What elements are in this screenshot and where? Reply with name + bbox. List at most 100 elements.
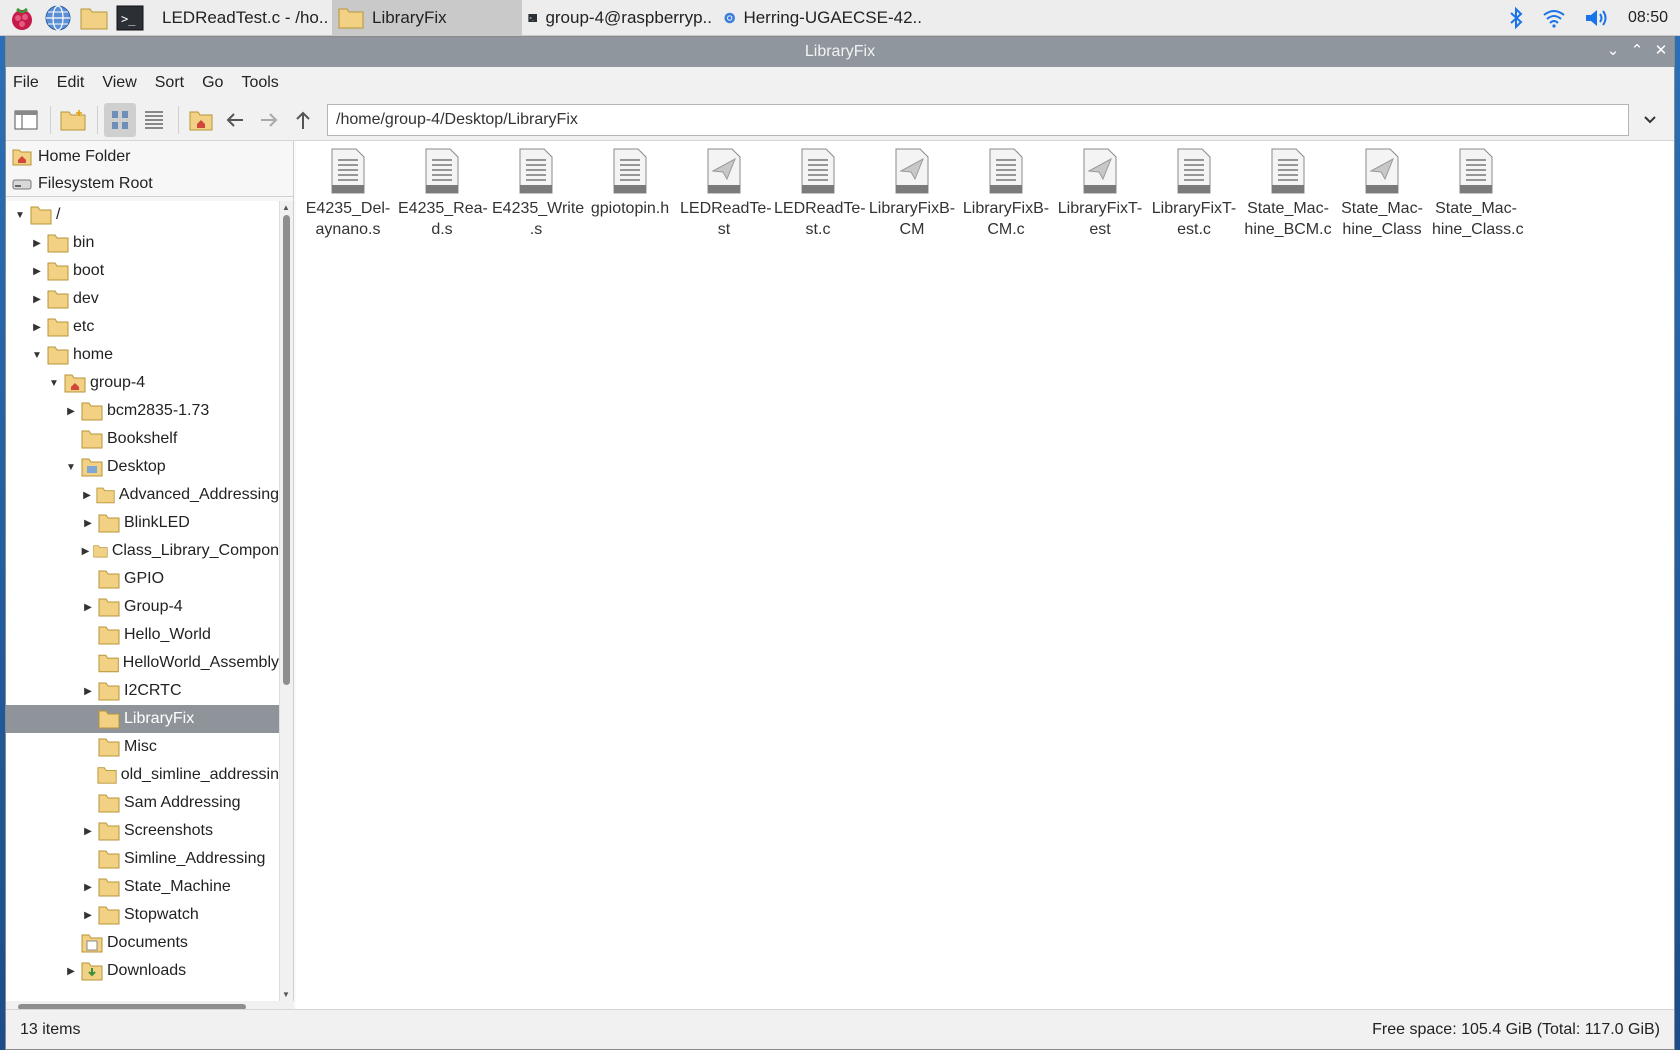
new-tab-button[interactable] (57, 103, 89, 137)
expand-arrow-icon[interactable]: ▶ (80, 817, 96, 845)
tree-item[interactable]: GPIO (6, 565, 279, 593)
collapse-arrow-icon[interactable]: ▼ (46, 369, 62, 397)
terminal-icon[interactable]: >_ (112, 0, 148, 36)
tree-item[interactable]: HelloWorld_Assembly (6, 649, 279, 677)
expand-arrow-icon[interactable]: ▶ (29, 285, 45, 313)
file-item[interactable]: LEDReadTe-st (680, 147, 772, 240)
tree-item[interactable]: old_simline_addressin (6, 761, 279, 789)
home-folder-icon (12, 149, 32, 165)
place-filesystem-root[interactable]: Filesystem Root (6, 170, 293, 197)
expand-arrow-icon[interactable]: ▶ (29, 229, 45, 257)
up-button[interactable] (287, 103, 319, 137)
maximize-icon[interactable]: ⌃ (1630, 41, 1644, 59)
menu-go[interactable]: Go (202, 74, 223, 92)
tree-item[interactable]: ▼ / (6, 201, 279, 229)
menu-file[interactable]: File (13, 74, 39, 92)
icon-view-button[interactable] (104, 102, 136, 137)
tree-item[interactable]: ▶ State_Machine (6, 873, 279, 901)
file-item[interactable]: E4235_Del-aynano.s (304, 147, 392, 240)
expand-arrow-icon[interactable]: ▶ (63, 957, 79, 985)
expand-arrow-icon[interactable]: ▶ (29, 257, 45, 285)
scroll-up-icon[interactable]: ▲ (282, 203, 290, 212)
collapse-arrow-icon[interactable]: ▼ (29, 341, 45, 369)
menu-view[interactable]: View (102, 74, 136, 92)
expand-arrow-icon[interactable]: ▶ (63, 397, 79, 425)
home-button[interactable] (185, 103, 217, 137)
file-item[interactable]: gpiotopin.h (586, 147, 674, 219)
menu-edit[interactable]: Edit (57, 74, 85, 92)
window-titlebar[interactable]: LibraryFix ⌄ ⌃ ✕ (6, 37, 1674, 67)
new-window-button[interactable] (10, 103, 42, 137)
tree-item[interactable]: ▼ home (6, 341, 279, 369)
file-item[interactable]: State_Mac-hine_Class (1338, 147, 1426, 240)
tree-item[interactable]: ▶ boot (6, 257, 279, 285)
expand-arrow-icon[interactable]: ▶ (80, 677, 96, 705)
file-item[interactable]: LibraryFixB- CM (868, 147, 956, 240)
tree-item[interactable]: ▶ BlinkLED (6, 509, 279, 537)
tree-item[interactable]: LibraryFix (6, 705, 279, 733)
tree-item[interactable]: ▶ dev (6, 285, 279, 313)
menu-sort[interactable]: Sort (155, 74, 184, 92)
expand-arrow-icon[interactable]: ▶ (80, 481, 94, 509)
file-manager-icon[interactable] (76, 0, 112, 36)
scroll-down-icon[interactable]: ▼ (282, 990, 290, 999)
tree-item[interactable]: ▼ Desktop (6, 453, 279, 481)
tree-item[interactable]: ▶ Class_Library_Compon (6, 537, 279, 565)
collapse-arrow-icon[interactable]: ▼ (12, 201, 28, 229)
scrollbar-thumb[interactable] (283, 215, 290, 685)
tree-item[interactable]: Documents (6, 929, 279, 957)
file-item[interactable]: LibraryFixT-est.c (1150, 147, 1238, 240)
file-item[interactable]: E4235_Write .s (492, 147, 584, 240)
tree-item[interactable]: Bookshelf (6, 425, 279, 453)
raspberry-menu-icon[interactable] (4, 0, 40, 36)
list-view-button[interactable] (138, 103, 170, 137)
wifi-icon[interactable] (1542, 8, 1566, 28)
tree-item[interactable]: ▶ Stopwatch (6, 901, 279, 929)
expand-arrow-icon[interactable]: ▶ (80, 873, 96, 901)
file-item[interactable]: LEDReadTe-st.c (774, 147, 866, 240)
tree-item[interactable]: Sam Addressing (6, 789, 279, 817)
task-terminal[interactable]: >_ group-4@raspberryp.. (522, 0, 718, 36)
path-input[interactable]: /home/group-4/Desktop/LibraryFix (327, 103, 1629, 136)
menu-tools[interactable]: Tools (241, 74, 278, 92)
file-item[interactable]: E4235_Rea-d.s (398, 147, 488, 240)
forward-button[interactable] (253, 103, 285, 137)
path-history-dropdown[interactable] (1635, 104, 1665, 136)
minimize-icon[interactable]: ⌄ (1606, 41, 1620, 59)
tree-item[interactable]: ▶ Screenshots (6, 817, 279, 845)
file-item[interactable]: LibraryFixB- CM.c (962, 147, 1050, 240)
file-item[interactable]: LibraryFixT-est (1056, 147, 1144, 240)
tree-vertical-scrollbar[interactable]: ▲ ▼ (279, 201, 293, 1001)
tree-item[interactable]: ▶ bin (6, 229, 279, 257)
back-button[interactable] (219, 103, 251, 137)
clock[interactable]: 08:50 (1628, 9, 1668, 27)
expand-arrow-icon[interactable]: ▶ (29, 313, 45, 341)
file-name-line: LibraryFixT- (1057, 200, 1143, 217)
file-view[interactable]: E4235_Del-aynano.s E4235_Rea-d.s E4235_Wri… (296, 141, 1674, 1009)
tree-item[interactable]: ▶ Group-4 (6, 593, 279, 621)
expand-arrow-icon[interactable]: ▶ (80, 593, 96, 621)
expand-arrow-icon[interactable]: ▶ (80, 901, 96, 929)
tree-item[interactable]: ▶ Advanced_Addressing (6, 481, 279, 509)
bluetooth-icon[interactable] (1508, 6, 1524, 30)
tree-item[interactable]: Misc (6, 733, 279, 761)
tree-item[interactable]: Simline_Addressing (6, 845, 279, 873)
tree-item[interactable]: Hello_World (6, 621, 279, 649)
tree-item[interactable]: ▶ I2CRTC (6, 677, 279, 705)
file-item[interactable]: State_Mac-hine_Class.c (1432, 147, 1524, 240)
file-item[interactable]: State_Mac-hine_BCM.c (1244, 147, 1332, 240)
tree-item[interactable]: ▶ etc (6, 313, 279, 341)
expand-arrow-icon[interactable]: ▶ (80, 509, 96, 537)
task-ledreadtest[interactable]: LEDReadTest.c - /ho.. (148, 0, 332, 36)
tree-item[interactable]: ▶ bcm2835-1.73 (6, 397, 279, 425)
tree-item[interactable]: ▶ Downloads (6, 957, 279, 985)
collapse-arrow-icon[interactable]: ▼ (63, 453, 79, 481)
task-chromium[interactable]: Herring-UGAECSE-42.. (718, 0, 928, 36)
task-libraryfix[interactable]: LibraryFix (332, 0, 522, 36)
close-icon[interactable]: ✕ (1654, 41, 1668, 59)
place-home-folder[interactable]: Home Folder (6, 143, 293, 170)
web-browser-icon[interactable] (40, 0, 76, 36)
volume-icon[interactable] (1584, 7, 1610, 29)
expand-arrow-icon[interactable]: ▶ (80, 537, 91, 565)
tree-item[interactable]: ▼ group-4 (6, 369, 279, 397)
